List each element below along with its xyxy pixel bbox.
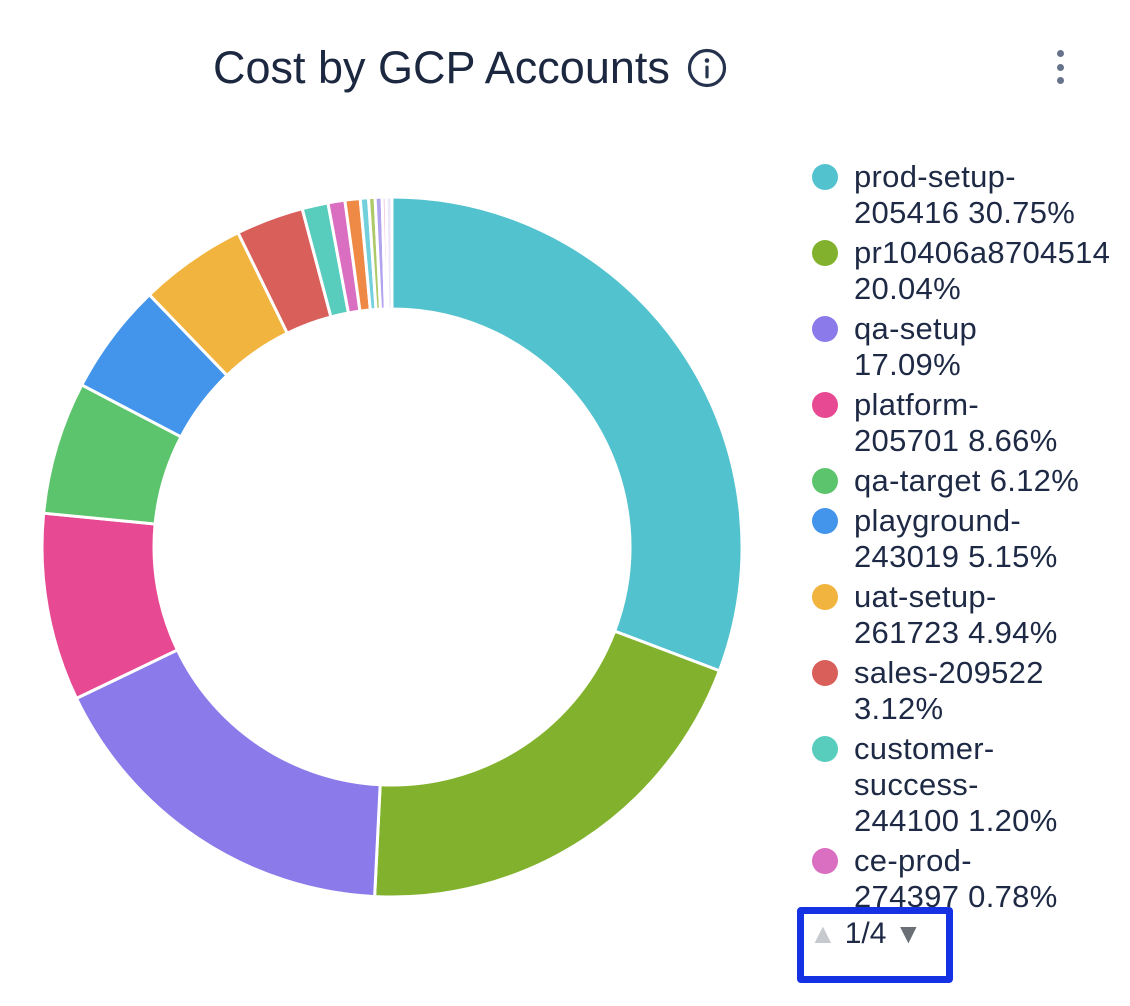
legend-item[interactable]: qa-target 6.12% xyxy=(798,463,1130,499)
legend-item-label: qa-target 6.12% xyxy=(854,463,1079,499)
legend-item-label: qa-setup 17.09% xyxy=(854,311,977,383)
legend-swatch-icon xyxy=(812,660,838,686)
legend-item[interactable]: ce-prod- 274397 0.78% xyxy=(798,843,1130,910)
page-down-icon[interactable]: ▼ xyxy=(894,916,922,952)
legend-swatch-icon xyxy=(812,584,838,610)
kebab-menu-icon[interactable] xyxy=(1048,50,1072,84)
legend-swatch-icon xyxy=(812,508,838,534)
donut-segment[interactable] xyxy=(386,197,392,309)
widget-header: Cost by GCP Accounts xyxy=(213,42,728,94)
legend-item-label: pr10406a8704514 20.04% xyxy=(854,235,1110,307)
legend-item-label: uat-setup- 261723 4.94% xyxy=(854,579,1058,651)
info-icon[interactable] xyxy=(686,47,728,89)
legend-item-label: sales-209522 3.12% xyxy=(854,655,1044,727)
chart-legend: prod-setup- 205416 30.75%pr10406a8704514… xyxy=(798,159,1130,910)
legend-swatch-icon xyxy=(812,316,838,342)
legend-item-label: customer- success- 244100 1.20% xyxy=(854,731,1058,839)
legend-swatch-icon xyxy=(812,848,838,874)
legend-item[interactable]: uat-setup- 261723 4.94% xyxy=(798,579,1130,651)
page-up-icon[interactable]: ▲ xyxy=(809,916,837,952)
legend-item[interactable]: prod-setup- 205416 30.75% xyxy=(798,159,1130,231)
legend-swatch-icon xyxy=(812,392,838,418)
legend-swatch-icon xyxy=(812,164,838,190)
legend-swatch-icon xyxy=(812,468,838,494)
legend-item[interactable]: playground- 243019 5.15% xyxy=(798,503,1130,575)
legend-item[interactable]: customer- success- 244100 1.20% xyxy=(798,731,1130,839)
legend-item-label: platform- 205701 8.66% xyxy=(854,387,1058,459)
legend-item-label: playground- 243019 5.15% xyxy=(854,503,1058,575)
legend-swatch-icon xyxy=(812,736,838,762)
legend-item-label: prod-setup- 205416 30.75% xyxy=(854,159,1075,231)
donut-chart[interactable] xyxy=(12,167,772,927)
donut-segment[interactable] xyxy=(76,650,380,897)
page-title: Cost by GCP Accounts xyxy=(213,42,670,94)
legend-pagination[interactable]: ▲ 1/4 ▼ xyxy=(797,907,953,983)
page-indicator: 1/4 xyxy=(845,916,887,952)
cost-widget: Cost by GCP Accounts prod-setup- 205416 … xyxy=(0,0,1130,1006)
donut-segment[interactable] xyxy=(375,631,720,897)
legend-item[interactable]: sales-209522 3.12% xyxy=(798,655,1130,727)
legend-item-label: ce-prod- 274397 0.78% xyxy=(854,843,1058,910)
legend-swatch-icon xyxy=(812,240,838,266)
legend-item[interactable]: qa-setup 17.09% xyxy=(798,311,1130,383)
legend-item[interactable]: pr10406a8704514 20.04% xyxy=(798,235,1130,307)
legend-item[interactable]: platform- 205701 8.66% xyxy=(798,387,1130,459)
donut-segment[interactable] xyxy=(392,197,742,671)
